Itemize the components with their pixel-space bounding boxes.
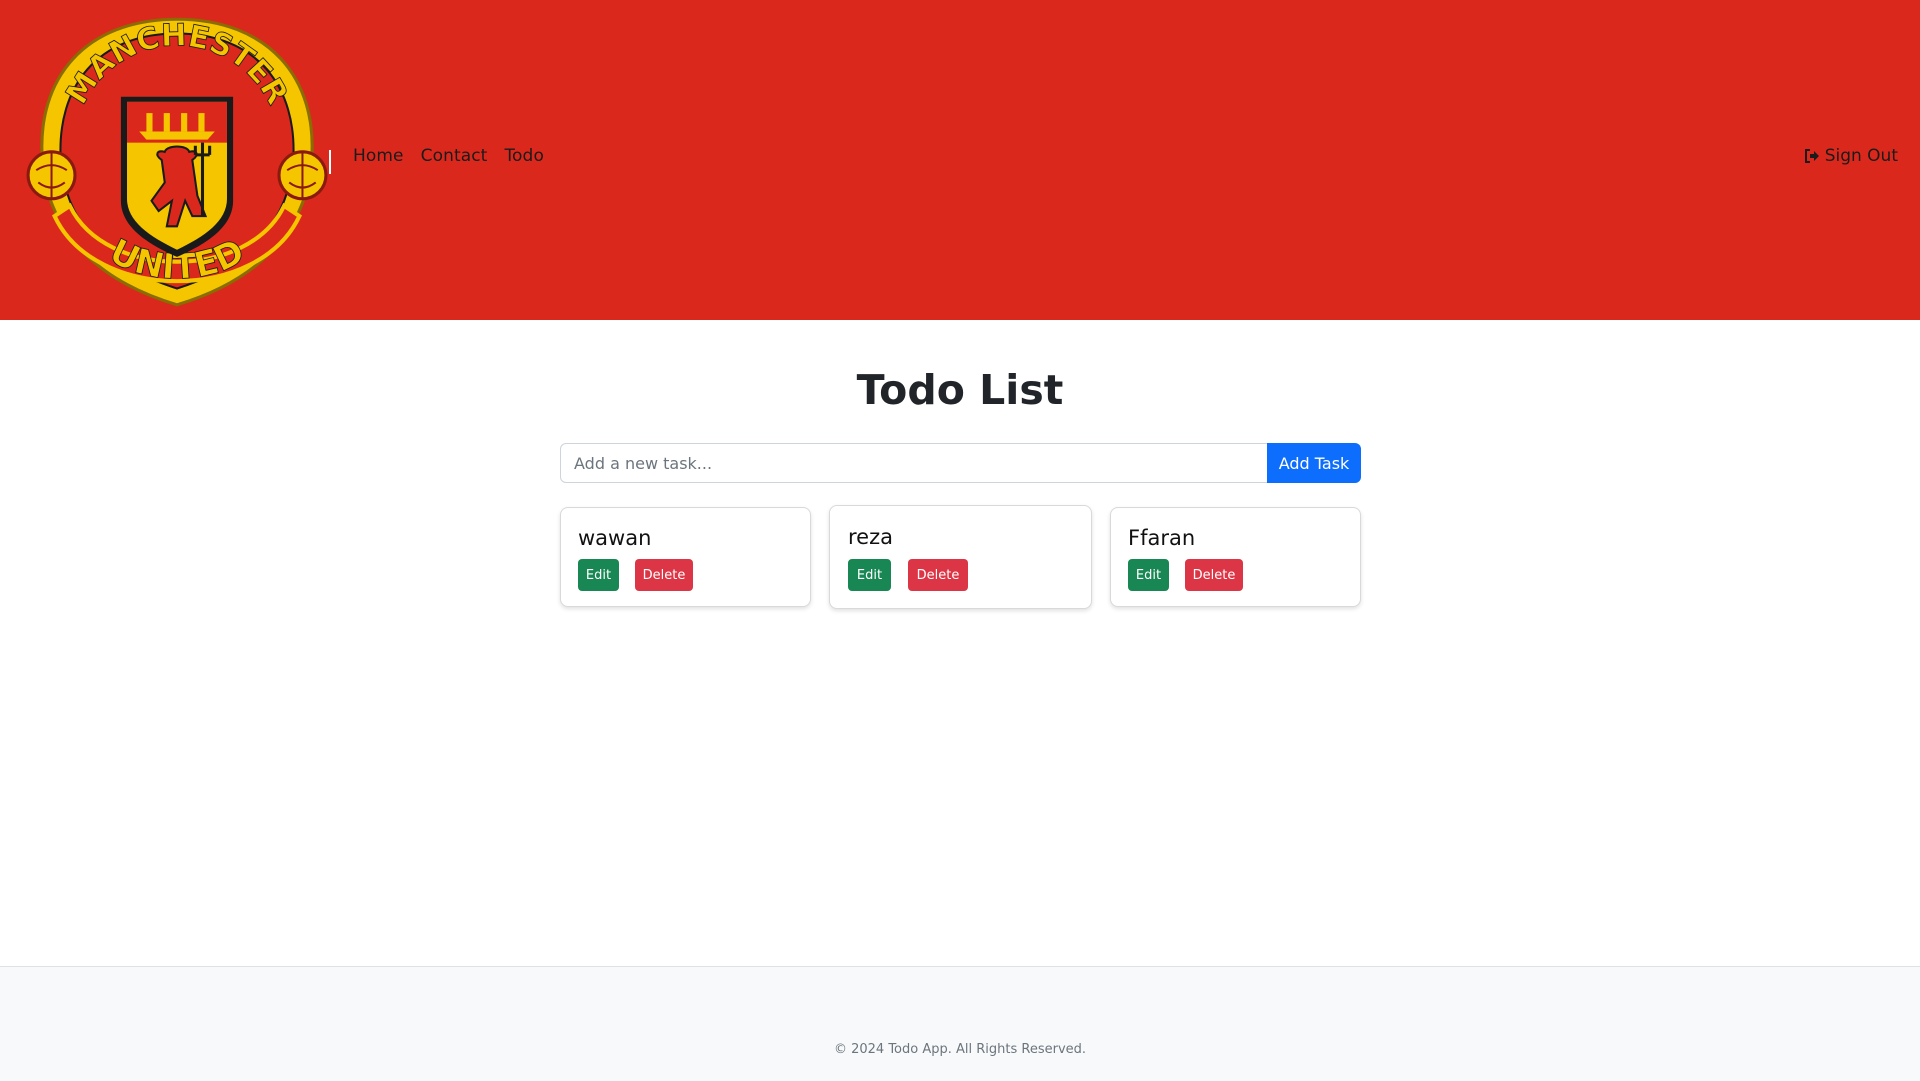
brand-logo[interactable]: MANCHESTER UNITED [24,7,330,313]
nav-link-contact[interactable]: Contact [421,146,488,166]
sign-out-icon [1804,149,1819,163]
delete-task-button[interactable]: Delete [1185,559,1243,591]
task-card: Ffaran Edit Delete [1110,507,1361,607]
delete-task-button[interactable]: Delete [635,559,693,591]
navbar: MANCHESTER UNITED Home Contact Todo Sign… [0,0,1920,320]
edit-task-button[interactable]: Edit [578,559,619,591]
edit-task-button[interactable]: Edit [1128,559,1169,591]
club-crest-icon: MANCHESTER UNITED [26,17,328,307]
task-name: reza [848,525,893,549]
copyright-text: © 2024 Todo App. All Rights Reserved. [833,1042,1087,1057]
new-task-input[interactable] [560,443,1267,483]
sign-out-label: Sign Out [1824,146,1898,166]
task-card: wawan Edit Delete [560,507,811,607]
edit-task-button[interactable]: Edit [848,559,891,591]
add-task-form: Add Task [560,443,1361,483]
task-card: reza Edit Delete [829,505,1092,609]
nav-link-home[interactable]: Home [353,146,404,166]
delete-task-button[interactable]: Delete [908,559,968,591]
nav-link-todo[interactable]: Todo [504,146,544,166]
task-name: Ffaran [1128,526,1196,550]
add-task-button[interactable]: Add Task [1267,443,1361,483]
brand-divider [329,150,331,174]
footer: © 2024 Todo App. All Rights Reserved. [0,966,1920,1081]
sign-out-link[interactable]: Sign Out [1804,146,1898,166]
task-name: wawan [578,526,652,550]
page-title: Todo List [856,366,1064,414]
main-nav: Home Contact Todo [353,146,561,166]
